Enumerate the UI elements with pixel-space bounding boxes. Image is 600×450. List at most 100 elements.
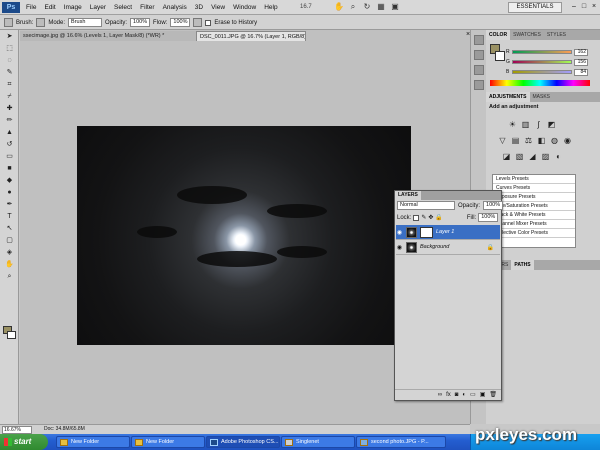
layer-row-layer-1[interactable]: ◉ Layer 1 [396, 225, 500, 240]
levels-icon[interactable]: ▥ [521, 120, 530, 129]
start-button[interactable]: start [0, 434, 48, 450]
lock-all-icon[interactable]: 🔒 [435, 214, 442, 221]
vibrance-icon[interactable]: ▽ [498, 136, 507, 145]
workspace-switcher[interactable]: ESSENTIALS [508, 2, 562, 13]
photo-filter-icon[interactable]: ◍ [550, 136, 559, 145]
mode-select[interactable]: Brush [68, 18, 103, 27]
zoom-readout[interactable]: 16.7 [300, 0, 312, 15]
selective-color-icon[interactable]: ◐ [554, 152, 563, 161]
black-white-icon[interactable]: ◧ [537, 136, 546, 145]
minimize-icon[interactable]: – [570, 2, 578, 12]
tab-paths[interactable]: PATHS [511, 260, 534, 270]
gradient-map-icon[interactable]: ▨ [541, 152, 550, 161]
doc-tab-1[interactable]: ssecimage.jpg @ 16.6% (Levels 1, Layer M… [20, 31, 196, 41]
path-select-tool-icon[interactable]: ↖ [2, 223, 17, 234]
actions-panel-icon[interactable] [474, 50, 484, 60]
tab-swatches[interactable]: SWATCHES [510, 30, 544, 40]
threshold-icon[interactable]: ◢ [528, 152, 537, 161]
preset-curves[interactable]: Curves Presets [493, 184, 575, 193]
layer-style-icon[interactable]: fx [446, 390, 451, 401]
menu-help[interactable]: Help [260, 0, 281, 15]
add-mask-icon[interactable]: ◙ [455, 390, 459, 401]
clone-source-panel-icon[interactable] [474, 80, 484, 90]
marquee-tool-icon[interactable]: ⬚ [2, 43, 17, 54]
fill-field[interactable]: 100% [478, 213, 499, 222]
status-zoom-field[interactable]: 16.67% [2, 426, 32, 434]
move-tool-icon[interactable]: ➤ [2, 31, 17, 42]
type-tool-icon[interactable]: T [2, 211, 17, 222]
layer-row-background[interactable]: ◉ Background 🔒 [396, 240, 500, 255]
link-layers-icon[interactable]: ∞ [438, 390, 442, 401]
menu-select[interactable]: Select [110, 0, 136, 15]
menu-analysis[interactable]: Analysis [159, 0, 191, 15]
tab-layers[interactable]: LAYERS [395, 191, 421, 200]
color-bg-swatch[interactable] [495, 51, 505, 61]
preset-selective-color[interactable]: Selective Color Presets [493, 229, 575, 238]
menu-filter[interactable]: Filter [136, 0, 158, 15]
doc-tab-2[interactable]: DSC_0011.JPG @ 16.7% (Layer 1, RGB/8) * [196, 31, 306, 41]
3d-tool-icon[interactable]: ◈ [2, 247, 17, 258]
taskbar-item-new-folder-2[interactable]: New Folder [131, 436, 205, 448]
flow-field[interactable]: 100% [170, 18, 191, 27]
tab-color[interactable]: COLOR [486, 30, 511, 40]
shape-tool-icon[interactable]: ▢ [2, 235, 17, 246]
lock-position-icon[interactable]: ✥ [428, 214, 433, 221]
layer-opacity-field[interactable]: 100% [483, 201, 504, 210]
image-canvas[interactable] [77, 126, 411, 345]
r-value-field[interactable]: 162 [574, 48, 588, 56]
menu-layer[interactable]: Layer [86, 0, 110, 15]
zoom-icon[interactable]: ⌕ [348, 2, 358, 12]
brushes-panel-icon[interactable] [474, 65, 484, 75]
history-brush-tool-icon[interactable]: ↺ [2, 139, 17, 150]
taskbar-item-new-folder-1[interactable]: New Folder [56, 436, 130, 448]
arrange-icon[interactable]: ▦ [376, 2, 386, 12]
close-icon[interactable]: × [590, 2, 598, 12]
brush-tool-icon[interactable]: ✏ [2, 115, 17, 126]
preset-hue-saturation[interactable]: Hue/Saturation Presets [493, 202, 575, 211]
menu-edit[interactable]: Edit [40, 0, 59, 15]
quick-select-tool-icon[interactable]: ✎ [2, 67, 17, 78]
menu-3d[interactable]: 3D [191, 0, 207, 15]
posterize-icon[interactable]: ▧ [515, 152, 524, 161]
visibility-eye-icon[interactable]: ◉ [396, 244, 403, 251]
hand-tool-icon[interactable]: ✋ [2, 259, 17, 270]
layers-panel-header[interactable]: LAYERS [395, 191, 501, 200]
preset-channel-mixer[interactable]: Channel Mixer Presets [493, 220, 575, 229]
pen-tool-icon[interactable]: ✒ [2, 199, 17, 210]
group-icon[interactable]: ▭ [470, 390, 476, 401]
maximize-icon[interactable]: □ [580, 2, 588, 12]
preset-black-white[interactable]: Black & White Presets [493, 211, 575, 220]
layer-mask-thumbnail[interactable] [420, 226, 433, 238]
color-spectrum-bar[interactable] [490, 80, 590, 86]
g-value-field[interactable]: 156 [574, 58, 588, 66]
brightness-icon[interactable]: ☀ [508, 120, 517, 129]
taskbar-item-second-photo[interactable]: second photo.JPG - P... [356, 436, 446, 448]
invert-icon[interactable]: ◪ [502, 152, 511, 161]
slider-g[interactable]: G 156 [506, 58, 588, 66]
preset-levels[interactable]: Levels Presets [493, 175, 575, 184]
taskbar-item-singlenet[interactable]: Singlenet [281, 436, 355, 448]
menu-image[interactable]: Image [60, 0, 86, 15]
exposure-icon[interactable]: ◩ [547, 120, 556, 129]
erase-history-checkbox[interactable] [205, 19, 212, 26]
menu-file[interactable]: File [22, 0, 40, 15]
crop-tool-icon[interactable]: ⌗ [2, 79, 17, 90]
tab-adjustments[interactable]: ADJUSTMENTS [486, 92, 530, 102]
adjustment-layer-icon[interactable]: ◐ [462, 390, 466, 401]
background-color-swatch[interactable] [7, 331, 16, 339]
tool-preset-picker[interactable] [4, 18, 13, 27]
tab-masks[interactable]: MASKS [530, 92, 554, 102]
b-value-field[interactable]: 84 [574, 68, 588, 76]
channel-mixer-icon[interactable]: ◉ [563, 136, 572, 145]
eyedropper-tool-icon[interactable]: ⌿ [2, 91, 17, 102]
curves-icon[interactable]: ∫ [534, 120, 543, 129]
lock-pixels-icon[interactable]: ✎ [421, 214, 426, 221]
slider-b[interactable]: B 84 [506, 68, 588, 76]
visibility-eye-icon[interactable]: ◉ [396, 229, 403, 236]
slider-r[interactable]: R 162 [506, 48, 588, 56]
taskbar-item-photoshop[interactable]: Adobe Photoshop CS... [206, 436, 280, 448]
healing-tool-icon[interactable]: ✚ [2, 103, 17, 114]
gradient-tool-icon[interactable]: ■ [2, 163, 17, 174]
opacity-field[interactable]: 100% [130, 18, 151, 27]
menu-window[interactable]: Window [229, 0, 260, 15]
